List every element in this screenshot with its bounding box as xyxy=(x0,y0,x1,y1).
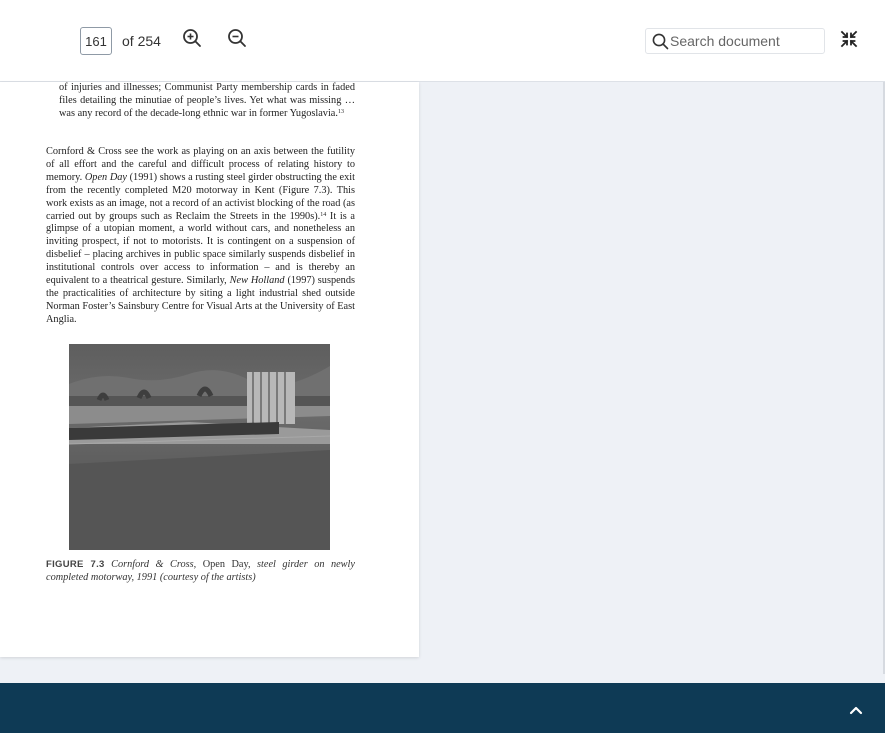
work-title: Open Day xyxy=(84,171,127,183)
chevron-up-icon xyxy=(849,706,863,715)
zoom-out-icon xyxy=(228,29,246,47)
document-viewport[interactable]: of injuries and illnesses; Communist Par… xyxy=(0,82,885,674)
exit-fullscreen-button[interactable] xyxy=(837,27,861,51)
quote-text: of injuries and illnesses; Communist Par… xyxy=(59,82,355,119)
search-box xyxy=(645,28,825,54)
motorway-photo xyxy=(69,344,330,550)
scroll-top-button[interactable] xyxy=(847,702,865,718)
block-quote: of injuries and illnesses; Communist Par… xyxy=(59,82,355,121)
viewer-toolbar: of 254 xyxy=(0,0,885,82)
figure-caption: FIGURE 7.3 Cornford & Cross, Open Day, s… xyxy=(46,559,355,585)
zoom-out-button[interactable] xyxy=(225,26,249,50)
footnote-ref[interactable]: 13 xyxy=(338,109,344,115)
caption-title: Open Day, xyxy=(202,559,251,570)
zoom-in-icon xyxy=(183,29,201,47)
figure-image xyxy=(69,344,330,550)
search-input[interactable] xyxy=(670,32,820,50)
body-paragraph: Cornford & Cross see the work as playing… xyxy=(46,146,355,327)
page-total: of 254 xyxy=(122,33,161,49)
figure-label: FIGURE 7.3 xyxy=(46,559,105,570)
collapse-icon xyxy=(840,30,858,48)
work-title: New Holland xyxy=(229,275,285,287)
zoom-in-button[interactable] xyxy=(180,26,204,50)
search-icon xyxy=(652,33,669,50)
footer-bar xyxy=(0,683,885,733)
caption-text: Cornford & Cross, xyxy=(104,559,203,570)
page-number-input[interactable] xyxy=(80,27,112,55)
document-page: of injuries and illnesses; Communist Par… xyxy=(0,82,419,657)
